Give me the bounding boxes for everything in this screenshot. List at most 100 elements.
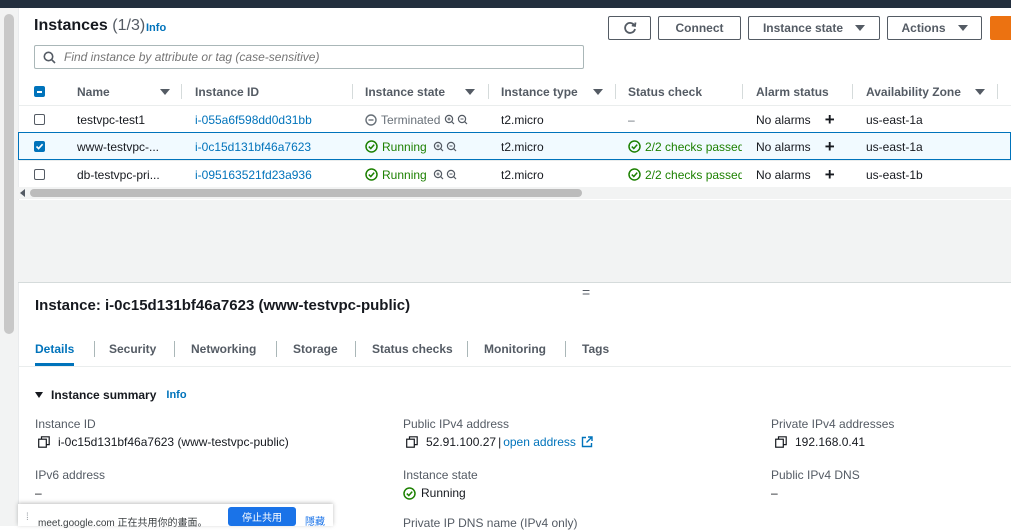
summary-label: Instance summary bbox=[51, 388, 157, 402]
sort-icon[interactable] bbox=[465, 78, 475, 105]
tab-details[interactable]: Details bbox=[35, 334, 75, 366]
instance-summary-header[interactable]: Instance summary Info bbox=[35, 388, 187, 402]
detail-tabs: Details Security Networking Storage Stat… bbox=[18, 334, 1011, 367]
col-alarm-status[interactable]: Alarm status bbox=[756, 78, 829, 105]
col-status-check[interactable]: Status check bbox=[628, 78, 702, 105]
running-icon bbox=[365, 140, 378, 153]
copy-icon[interactable] bbox=[775, 436, 787, 448]
scrollbar-thumb[interactable] bbox=[30, 189, 582, 197]
launch-instances-button[interactable] bbox=[990, 16, 1011, 40]
zoom-icons[interactable] bbox=[444, 114, 470, 126]
stop-sharing-button[interactable]: 停止共用 bbox=[228, 507, 296, 526]
zoom-icons[interactable] bbox=[433, 141, 459, 153]
private-ip-value: 192.168.0.41 bbox=[775, 435, 865, 449]
caret-down-icon bbox=[35, 392, 43, 398]
public-ip-text: 52.91.100.27 bbox=[426, 435, 497, 449]
availability-zone: us-east-1b bbox=[866, 167, 923, 182]
instance-id-link[interactable]: i-0c15d131bf46a7623 bbox=[195, 133, 311, 160]
instance-state: Running bbox=[365, 133, 459, 160]
tab-storage[interactable]: Storage bbox=[293, 334, 338, 364]
separator-dash: | bbox=[498, 435, 502, 449]
summary-info-link[interactable]: Info bbox=[166, 389, 186, 401]
select-all-cell[interactable] bbox=[34, 78, 45, 105]
add-alarm-icon[interactable]: + bbox=[825, 110, 835, 130]
connect-button[interactable]: Connect bbox=[658, 16, 741, 40]
actions-label: Actions bbox=[901, 21, 946, 35]
checkmark-icon bbox=[35, 143, 44, 150]
private-ip-text: 192.168.0.41 bbox=[795, 435, 866, 449]
row-checkbox[interactable] bbox=[34, 114, 45, 125]
tab-monitoring[interactable]: Monitoring bbox=[484, 334, 546, 364]
alarm-status: No alarms + bbox=[756, 161, 835, 188]
page-title: Instances (1/3) bbox=[34, 17, 146, 34]
instance-id-link[interactable]: i-055a6f598dd0d31bb bbox=[195, 106, 312, 133]
instance-id-value: i-0c15d131bf46a7623 (www-testvpc-public) bbox=[38, 435, 289, 449]
instance-state-dropdown[interactable]: Instance state bbox=[748, 16, 880, 40]
tab-security[interactable]: Security bbox=[109, 334, 156, 364]
col-instance-id[interactable]: Instance ID bbox=[195, 78, 259, 105]
state-text: Running bbox=[421, 486, 466, 500]
scroll-left-icon[interactable] bbox=[20, 189, 25, 197]
alarm-label: No alarms bbox=[756, 112, 811, 127]
private-dns-label: Private IP DNS name (IPv4 only) bbox=[403, 516, 578, 530]
instance-id-link[interactable]: i-095163521fd23a936 bbox=[195, 161, 312, 188]
select-all-checkbox[interactable] bbox=[34, 86, 45, 97]
alarm-status: No alarms + bbox=[756, 106, 835, 133]
copy-icon[interactable] bbox=[406, 436, 418, 448]
table-row-selected[interactable]: www-testvpc-... i-0c15d131bf46a7623 Runn… bbox=[18, 132, 1011, 160]
status-label: 2/2 checks passed bbox=[645, 167, 742, 182]
sort-icon[interactable] bbox=[593, 78, 603, 105]
search-icon bbox=[43, 51, 56, 64]
running-icon bbox=[365, 168, 378, 181]
alarm-status: No alarms + bbox=[756, 133, 835, 160]
refresh-icon bbox=[623, 22, 636, 34]
add-alarm-icon[interactable]: + bbox=[825, 165, 835, 185]
availability-zone: us-east-1a bbox=[866, 139, 923, 154]
alarm-label: No alarms bbox=[756, 167, 811, 182]
add-alarm-icon[interactable]: + bbox=[825, 137, 835, 157]
tab-networking[interactable]: Networking bbox=[191, 334, 256, 364]
open-address-link[interactable]: open address bbox=[503, 435, 576, 449]
vertical-scrollbar[interactable] bbox=[4, 14, 14, 334]
header-info-link[interactable]: Info bbox=[146, 22, 166, 34]
zoom-icons[interactable] bbox=[433, 169, 459, 181]
copy-icon[interactable] bbox=[38, 436, 50, 448]
public-dns-value: – bbox=[771, 486, 778, 500]
col-instance-state[interactable]: Instance state bbox=[365, 78, 445, 105]
screen-share-text: meet.google.com 正在共用你的畫面。 bbox=[38, 518, 208, 529]
instance-state-value: Running bbox=[403, 486, 466, 500]
sort-icon[interactable] bbox=[975, 78, 985, 105]
col-name[interactable]: Name bbox=[77, 78, 110, 105]
row-checkbox[interactable] bbox=[34, 141, 45, 152]
chevron-down-icon bbox=[855, 25, 866, 31]
status-check: 2/2 checks passed bbox=[628, 161, 742, 188]
resize-handle[interactable]: = bbox=[582, 284, 590, 300]
refresh-button[interactable] bbox=[608, 16, 651, 40]
instance-id-text: i-0c15d131bf46a7623 (www-testvpc-public) bbox=[58, 435, 289, 449]
external-link-icon[interactable] bbox=[581, 436, 593, 448]
instance-state: Running bbox=[365, 161, 459, 188]
row-checkbox[interactable] bbox=[34, 169, 45, 180]
sort-icon[interactable] bbox=[160, 78, 170, 105]
actions-dropdown[interactable]: Actions bbox=[887, 16, 982, 40]
table-empty-area bbox=[18, 200, 1011, 283]
instance-type: t2.micro bbox=[501, 167, 544, 182]
instance-state: Terminated bbox=[365, 106, 470, 133]
instance-state-label: Instance state bbox=[762, 21, 844, 35]
instance-type: t2.micro bbox=[501, 112, 544, 127]
col-instance-type[interactable]: Instance type bbox=[501, 78, 578, 105]
col-availability-zone[interactable]: Availability Zone bbox=[866, 78, 961, 105]
tab-status-checks[interactable]: Status checks bbox=[372, 334, 453, 364]
public-ip-value: 52.91.100.27 | open address bbox=[406, 435, 593, 449]
status-check: – bbox=[628, 112, 635, 127]
search-box[interactable] bbox=[34, 45, 584, 69]
tab-tags[interactable]: Tags bbox=[582, 334, 609, 364]
ipv6-label: IPv6 address bbox=[35, 468, 106, 482]
table-row[interactable]: db-testvpc-pri... i-095163521fd23a936 Ru… bbox=[18, 160, 1011, 188]
drag-handle-icon[interactable]: ⁞ bbox=[26, 512, 29, 523]
table-row[interactable]: testvpc-test1 i-055a6f598dd0d31bb Termin… bbox=[18, 105, 1011, 133]
instance-type: t2.micro bbox=[501, 139, 544, 154]
console-top-bar bbox=[0, 0, 1011, 8]
instance-detail-title: Instance: i-0c15d131bf46a7623 (www-testv… bbox=[35, 297, 411, 314]
search-input[interactable] bbox=[62, 49, 566, 65]
